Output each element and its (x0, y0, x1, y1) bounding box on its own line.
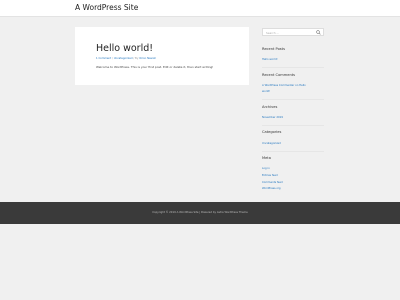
comments-feed-link[interactable]: Comments feed (262, 181, 283, 185)
widget-divider (262, 151, 324, 152)
category-link[interactable]: Uncategorized (114, 57, 133, 60)
archive-link[interactable]: November 2019 (262, 116, 283, 120)
post-title[interactable]: Hello world! (96, 43, 153, 55)
post-meta: 1 Comment / Uncategorized / By Orion Nas… (96, 57, 156, 61)
widget-divider (262, 125, 324, 126)
archives-heading: Archives (262, 105, 278, 109)
post-card: Hello world! 1 Comment / Uncategorized /… (75, 27, 249, 85)
site-footer: Copyright © 2019 A WordPress Site | Powe… (0, 202, 400, 224)
widget-divider (262, 67, 324, 68)
post-content: Welcome to WordPress. This is your first… (96, 65, 214, 69)
wordpress-org-link[interactable]: WordPress.org (262, 187, 281, 191)
footer-copyright: Copyright © 2019 A WordPress Site | Powe… (152, 211, 248, 214)
search-icon[interactable] (316, 30, 321, 35)
category-link[interactable]: Uncategorized (262, 142, 281, 146)
comments-link[interactable]: 1 Comment (96, 57, 111, 60)
entries-feed-link[interactable]: Entries feed (262, 174, 278, 178)
site-header: A WordPress Site (0, 0, 400, 17)
recent-comments-heading: Recent Comments (262, 73, 296, 77)
categories-heading: Categories (262, 130, 282, 134)
recent-comment-post-link[interactable]: world! (262, 90, 270, 94)
widget-divider (262, 99, 324, 100)
recent-posts-heading: Recent Posts (262, 47, 285, 51)
meta-heading: Meta (262, 156, 271, 160)
login-link[interactable]: Log in (262, 167, 270, 171)
recent-post-link[interactable]: Hello world! (262, 58, 278, 62)
recent-comment-link[interactable]: A WordPress Commenter on Hello (262, 84, 306, 88)
author-link[interactable]: Orion Nasrat (139, 57, 155, 60)
search-input[interactable] (266, 30, 314, 35)
search-form (262, 28, 324, 36)
site-title-link[interactable]: A WordPress Site (75, 2, 138, 13)
